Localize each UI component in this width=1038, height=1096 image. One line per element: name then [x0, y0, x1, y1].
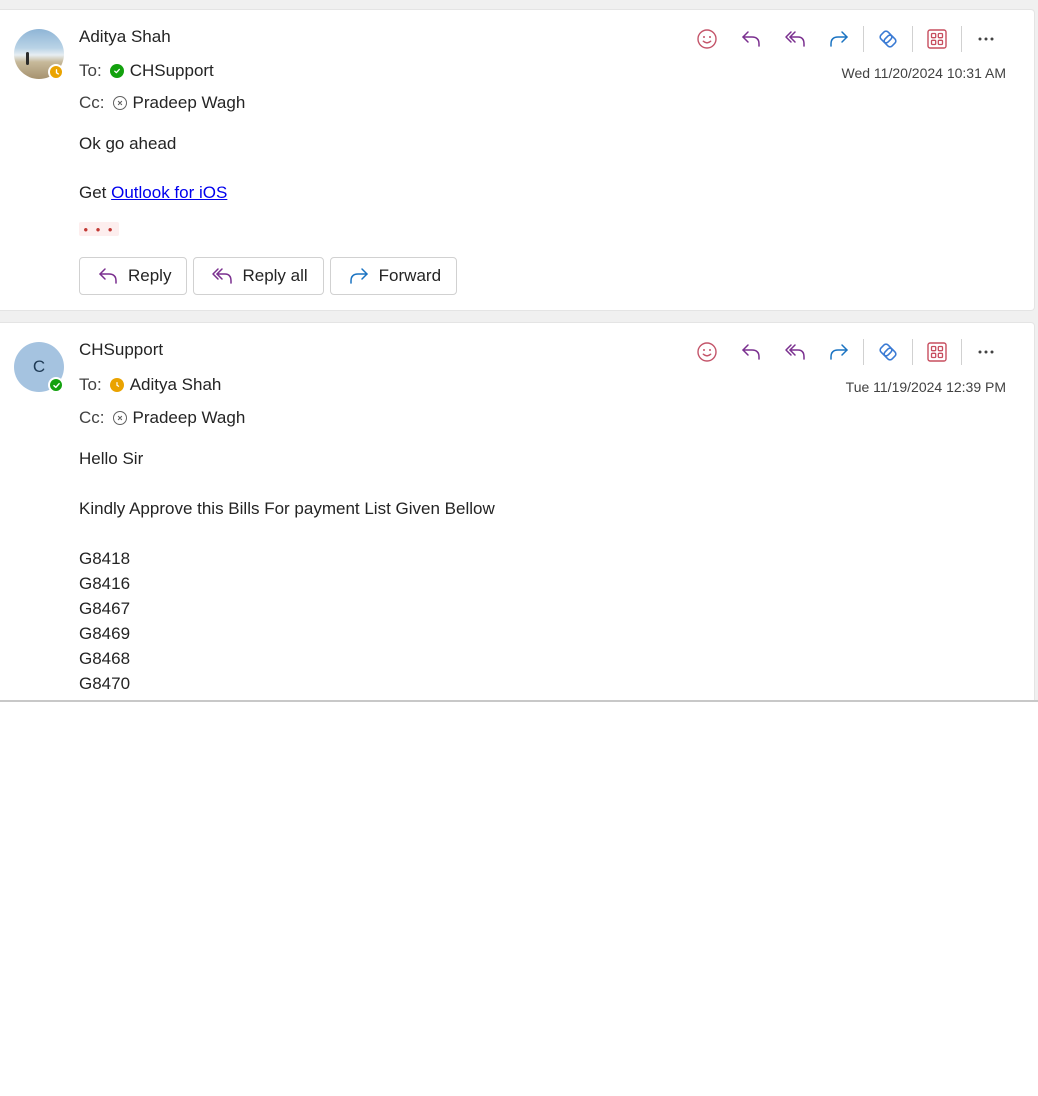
message-body-text: Kindly Approve this Bills For payment Li…: [79, 499, 495, 518]
reply-icon-button[interactable]: [729, 25, 773, 53]
apps-button[interactable]: [915, 338, 959, 366]
message-body-text: Ok go ahead: [79, 134, 177, 153]
smiley-icon: [697, 342, 717, 362]
forward-button[interactable]: Forward: [329, 257, 458, 295]
loop-button[interactable]: [866, 25, 910, 53]
forward-icon-button[interactable]: [817, 25, 861, 53]
more-icon: [978, 350, 994, 354]
bill-number: G8467: [79, 599, 131, 618]
presence-away-icon: [109, 378, 124, 392]
sender-name[interactable]: Aditya Shah: [79, 27, 171, 47]
signature-prefix: Get: [79, 183, 112, 202]
forward-icon: [830, 344, 848, 360]
reply-button-label: Reply: [128, 266, 172, 285]
to-label: To:: [79, 375, 102, 394]
message-greeting: Hello Sir: [79, 449, 144, 468]
message-card[interactable]: C CHSupport To: Aditya Shah Cc: Pradeep …: [0, 322, 1035, 700]
recipient-name[interactable]: CHSupport: [130, 61, 214, 81]
cc-line: Cc: Pradeep Wagh: [79, 408, 245, 428]
reply-icon: [742, 31, 760, 47]
apps-icon: [927, 29, 947, 49]
toolbar-divider: [912, 26, 913, 52]
message-actions-toolbar: [685, 338, 1008, 366]
reply-icon: [742, 344, 760, 360]
forward-icon: [349, 268, 368, 284]
cc-line: Cc: Pradeep Wagh: [79, 93, 245, 113]
reply-all-button-label: Reply all: [242, 266, 308, 285]
conversation-thread: Aditya Shah To: CHSupport Cc: Pradeep Wa…: [0, 0, 1038, 702]
toolbar-divider: [961, 26, 962, 52]
to-line: To: Aditya Shah: [79, 375, 221, 395]
reply-all-icon-button[interactable]: [773, 338, 817, 366]
apps-button[interactable]: [915, 25, 959, 53]
forward-icon: [830, 31, 848, 47]
reply-all-icon: [785, 31, 805, 47]
toolbar-divider: [863, 26, 864, 52]
react-button[interactable]: [685, 338, 729, 366]
reply-icon-button[interactable]: [729, 338, 773, 366]
reply-all-icon-button[interactable]: [773, 25, 817, 53]
message-actions-toolbar: [685, 25, 1008, 53]
reply-all-icon: [212, 268, 233, 284]
bill-number: G8418: [79, 549, 131, 568]
cc-recipient-name[interactable]: Pradeep Wagh: [133, 408, 246, 428]
message-timestamp: Tue 11/19/2024 12:39 PM: [845, 379, 1006, 395]
presence-available-icon: [48, 377, 64, 393]
forward-button-label: Forward: [378, 266, 442, 285]
presence-away-icon: [48, 64, 64, 80]
sender-name[interactable]: CHSupport: [79, 340, 163, 360]
more-actions-button[interactable]: [964, 338, 1008, 366]
bill-number: G8469: [79, 624, 131, 643]
toolbar-divider: [912, 339, 913, 365]
loop-icon: [879, 30, 897, 48]
recipient-name[interactable]: Aditya Shah: [130, 375, 222, 395]
to-label: To:: [79, 61, 102, 80]
cc-recipient-name[interactable]: Pradeep Wagh: [133, 93, 246, 113]
to-line: To: CHSupport: [79, 61, 214, 81]
loop-button[interactable]: [866, 338, 910, 366]
react-button[interactable]: [685, 25, 729, 53]
show-quoted-text-button[interactable]: • • •: [79, 222, 119, 236]
bill-number: G8470: [79, 674, 131, 693]
apps-icon: [927, 342, 947, 362]
forward-icon-button[interactable]: [817, 338, 861, 366]
cc-label: Cc:: [79, 93, 105, 112]
presence-available-icon: [109, 64, 124, 78]
reply-all-button[interactable]: Reply all: [193, 257, 324, 295]
toolbar-divider: [863, 339, 864, 365]
response-buttons: Reply Reply all Forward: [79, 257, 463, 295]
avatar-photo-figure: [26, 52, 29, 65]
cc-label: Cc:: [79, 408, 105, 427]
signature-line: Get Outlook for iOS: [79, 183, 227, 203]
bill-number: G8416: [79, 574, 131, 593]
toolbar-divider: [961, 339, 962, 365]
outlook-ios-link[interactable]: Outlook for iOS: [111, 183, 227, 202]
message-timestamp: Wed 11/20/2024 10:31 AM: [841, 65, 1007, 81]
more-icon: [978, 37, 994, 41]
loop-icon: [879, 343, 897, 361]
bill-number: G8468: [79, 649, 131, 668]
message-card[interactable]: Aditya Shah To: CHSupport Cc: Pradeep Wa…: [0, 9, 1035, 311]
smiley-icon: [697, 29, 717, 49]
reply-all-icon: [785, 344, 805, 360]
presence-unknown-icon: [112, 411, 127, 425]
reply-button[interactable]: Reply: [79, 257, 188, 295]
presence-unknown-icon: [112, 96, 127, 110]
reply-icon: [99, 268, 117, 284]
more-actions-button[interactable]: [964, 25, 1008, 53]
